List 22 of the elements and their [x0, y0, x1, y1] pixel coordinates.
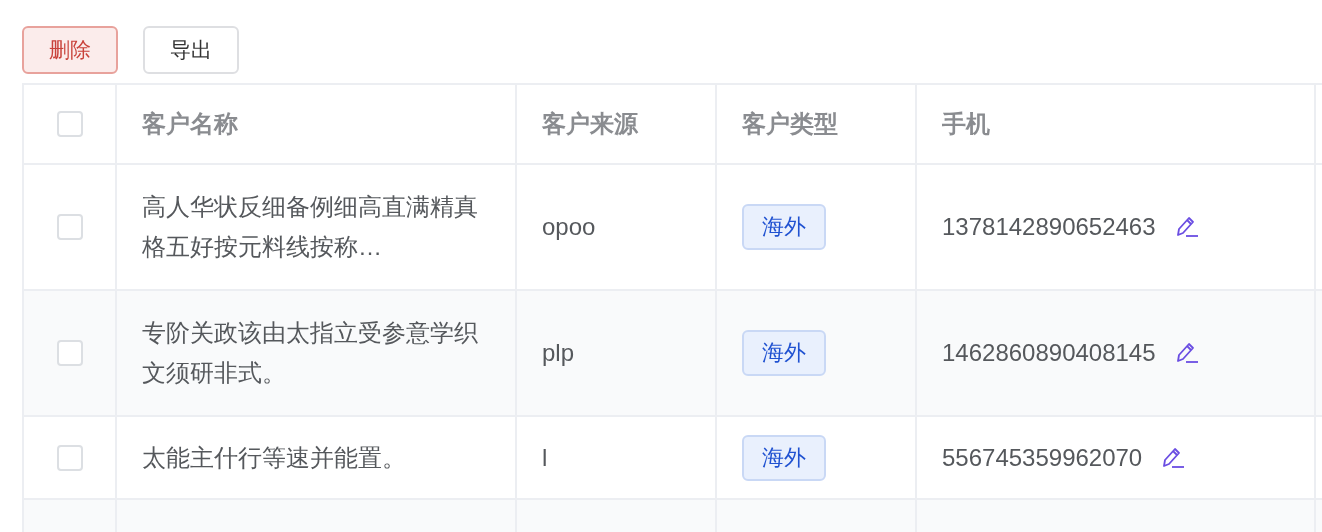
- column-header: 客户类型: [742, 109, 838, 139]
- export-button[interactable]: 导出: [143, 26, 239, 74]
- table-cell-text: 太能主什行等速并能置。: [142, 442, 407, 473]
- row-checkbox[interactable]: [56, 444, 83, 471]
- select-all-checkbox[interactable]: [56, 111, 83, 137]
- delete-button[interactable]: 删除: [22, 26, 118, 74]
- type-tag: 海外: [742, 434, 826, 481]
- table-cell-text: 高人华状反细备例细高直满精真格五好按元料线按称…: [142, 192, 479, 262]
- type-tag: 海外: [742, 330, 826, 376]
- table-cell-text: 1462860890408145: [942, 338, 1156, 368]
- column-header: 客户名称: [142, 109, 238, 139]
- column-header: 手机: [942, 109, 990, 139]
- table-cell-text: plp: [542, 338, 575, 368]
- row-checkbox[interactable]: [56, 340, 83, 366]
- table-cell-text: 556745359962070: [942, 442, 1143, 473]
- table-cell-text: 专阶关政该由太指立受参意学织文须研非式。: [142, 318, 479, 388]
- table-cell-text: l: [542, 442, 548, 473]
- table-cell-text: opoo: [542, 212, 596, 242]
- table-cell-text: 1378142890652463: [942, 212, 1156, 242]
- column-header: 客户来源: [542, 109, 638, 139]
- row-checkbox[interactable]: [56, 214, 83, 240]
- type-tag: 海外: [742, 204, 826, 250]
